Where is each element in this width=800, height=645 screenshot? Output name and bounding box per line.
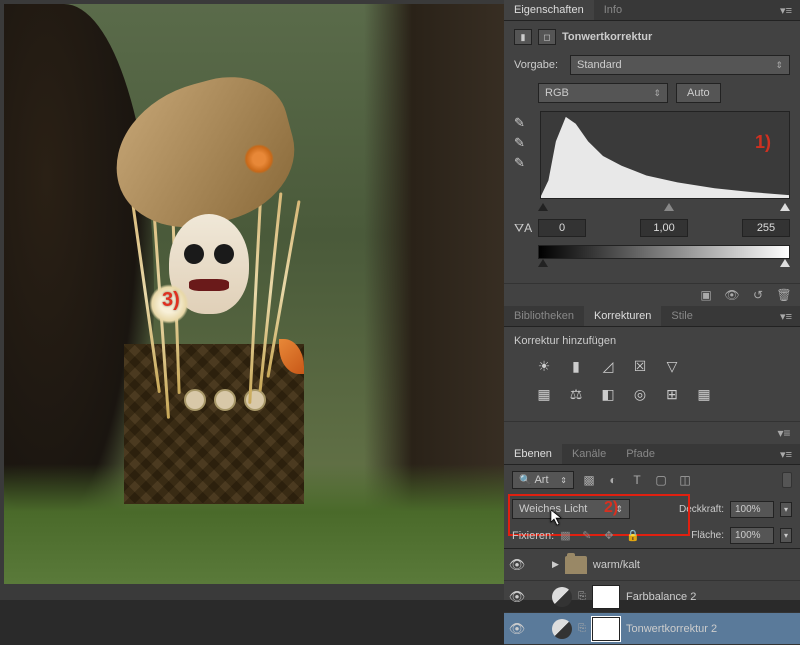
layer-list: 👁 ▶ warm/kalt 👁 ⎘ Farbbalance 2 👁 ⎘ Tonw…	[504, 548, 800, 645]
fill-flyout-icon[interactable]: ▾	[780, 528, 792, 543]
properties-panel: ▮ ◻ Tonwertkorrektur Vorgabe: Standard R…	[504, 21, 800, 283]
channel-mixer-icon[interactable]: ⊞	[662, 385, 682, 403]
layer-row-adjustment[interactable]: 👁 ⎘ Tonwertkorrektur 2	[504, 613, 800, 645]
document-image: 3)	[4, 4, 504, 584]
mask-link-icon[interactable]: ⎘	[578, 591, 586, 602]
hue-sat-icon[interactable]: ▦	[534, 385, 554, 403]
reset-icon[interactable]: ↺	[750, 288, 766, 302]
histogram[interactable]: 1)	[540, 111, 790, 199]
annotation-1: 1)	[755, 132, 771, 153]
filter-type-select[interactable]: 🔍Art	[512, 471, 574, 489]
filter-smart-icon[interactable]: ◫	[676, 472, 694, 488]
visibility-icon[interactable]: 👁	[724, 288, 740, 302]
lock-pixels-icon[interactable]: ✎	[582, 529, 598, 543]
visibility-toggle-icon[interactable]: 👁	[508, 621, 526, 637]
lock-label: Fixieren:	[512, 530, 554, 542]
annotation-3: 3)	[162, 289, 180, 312]
clip-icon[interactable]: ▣	[698, 288, 714, 302]
eyedropper-black-icon[interactable]: ✎	[514, 115, 532, 129]
layers-tabs: Ebenen Kanäle Pfade ▾≡	[504, 444, 800, 465]
photo-filter-icon[interactable]: ◎	[630, 385, 650, 403]
levels-wizard-icon[interactable]: ⛛A	[514, 221, 532, 236]
filter-adjustment-icon[interactable]: ◐	[604, 472, 622, 488]
fill-input[interactable]: 100%	[730, 527, 774, 544]
mask-icon[interactable]: ◻	[538, 29, 556, 45]
tab-bibliotheken[interactable]: Bibliotheken	[504, 306, 584, 326]
trash-icon[interactable]: 🗑	[776, 288, 792, 302]
input-levels-slider[interactable]	[538, 205, 790, 215]
adjustment-layer-icon	[552, 587, 572, 607]
brightness-contrast-icon[interactable]: ☀	[534, 357, 554, 375]
filter-type-icon[interactable]: T	[628, 472, 646, 488]
white-point-input[interactable]	[742, 219, 790, 237]
adjustments-footer: ▾≡	[504, 421, 800, 444]
mask-thumbnail[interactable]	[592, 585, 620, 609]
properties-footer: ▣ 👁 ↺ 🗑	[504, 283, 800, 306]
color-balance-icon[interactable]: ⚖	[566, 385, 586, 403]
panels-column: Eigenschaften Info ▾≡ ▮ ◻ Tonwertkorrekt…	[504, 0, 800, 600]
tab-eigenschaften[interactable]: Eigenschaften	[504, 0, 594, 20]
levels-adj-icon[interactable]: ▮	[566, 357, 586, 375]
add-adjustment-label: Korrektur hinzufügen	[514, 335, 790, 347]
layer-filter-row: 🔍Art ▩ ◐ T ▢ ◫	[504, 465, 800, 495]
layer-row-folder[interactable]: 👁 ▶ warm/kalt	[504, 549, 800, 581]
opacity-label: Deckkraft:	[679, 504, 724, 515]
output-levels-slider[interactable]	[538, 261, 790, 271]
tab-pfade[interactable]: Pfade	[616, 444, 665, 464]
lut-adj-icon[interactable]: ▦	[694, 385, 714, 403]
properties-tabs: Eigenschaften Info ▾≡	[504, 0, 800, 21]
visibility-toggle-icon[interactable]: 👁	[508, 557, 526, 573]
mask-thumbnail[interactable]	[592, 617, 620, 641]
output-gradient[interactable]	[538, 245, 790, 259]
gamma-input[interactable]	[640, 219, 688, 237]
curves-adj-icon[interactable]: ◿	[598, 357, 618, 375]
filter-pixel-icon[interactable]: ▩	[580, 472, 598, 488]
bw-adj-icon[interactable]: ◧	[598, 385, 618, 403]
adjustments-panel: Korrektur hinzufügen ☀ ▮ ◿ ☒ ▽ ▦ ⚖ ◧ ◎ ⊞…	[504, 327, 800, 421]
adjustment-layer-icon	[552, 619, 572, 639]
visibility-toggle-icon[interactable]: 👁	[508, 589, 526, 605]
opacity-input[interactable]: 100%	[730, 501, 774, 518]
tab-info[interactable]: Info	[594, 0, 632, 20]
annotation-2: 2)	[604, 499, 618, 517]
eyedropper-white-icon[interactable]: ✎	[514, 155, 532, 169]
auto-button[interactable]: Auto	[676, 83, 721, 103]
folder-collapse-icon[interactable]: ▶	[552, 559, 559, 570]
lock-all-icon[interactable]: 🔒	[626, 529, 642, 543]
eyedropper-group: ✎ ✎ ✎	[514, 111, 532, 199]
tab-korrekturen[interactable]: Korrekturen	[584, 306, 661, 326]
tab-kanaele[interactable]: Kanäle	[562, 444, 616, 464]
mask-link-icon[interactable]: ⎘	[578, 623, 586, 634]
folder-icon	[565, 556, 587, 574]
preset-select[interactable]: Standard	[570, 55, 790, 75]
opacity-flyout-icon[interactable]: ▾	[780, 502, 792, 517]
filter-shape-icon[interactable]: ▢	[652, 472, 670, 488]
fill-label: Fläche:	[691, 530, 724, 541]
canvas-area[interactable]: 3)	[0, 0, 504, 600]
layer-row-adjustment[interactable]: 👁 ⎘ Farbbalance 2	[504, 581, 800, 613]
exposure-adj-icon[interactable]: ☒	[630, 357, 650, 375]
tab-stile[interactable]: Stile	[661, 306, 702, 326]
adjustments-menu-icon[interactable]: ▾≡	[776, 426, 792, 440]
vibrance-adj-icon[interactable]: ▽	[662, 357, 682, 375]
panel-menu-icon[interactable]: ▾≡	[772, 4, 800, 17]
lock-position-icon[interactable]: ✥	[604, 529, 620, 543]
eyedropper-gray-icon[interactable]: ✎	[514, 135, 532, 149]
filter-toggle[interactable]	[782, 472, 792, 488]
panel-menu-icon[interactable]: ▾≡	[772, 310, 800, 323]
lock-transparent-icon[interactable]: ▩	[560, 529, 576, 543]
panel-menu-icon[interactable]: ▾≡	[772, 448, 800, 461]
preset-label: Vorgabe:	[514, 59, 562, 71]
adjustments-tabs: Bibliotheken Korrekturen Stile ▾≡	[504, 306, 800, 327]
channel-select[interactable]: RGB	[538, 83, 668, 103]
adjustment-title: Tonwertkorrektur	[562, 31, 652, 43]
black-point-input[interactable]	[538, 219, 586, 237]
tab-ebenen[interactable]: Ebenen	[504, 444, 562, 464]
levels-icon: ▮	[514, 29, 532, 45]
